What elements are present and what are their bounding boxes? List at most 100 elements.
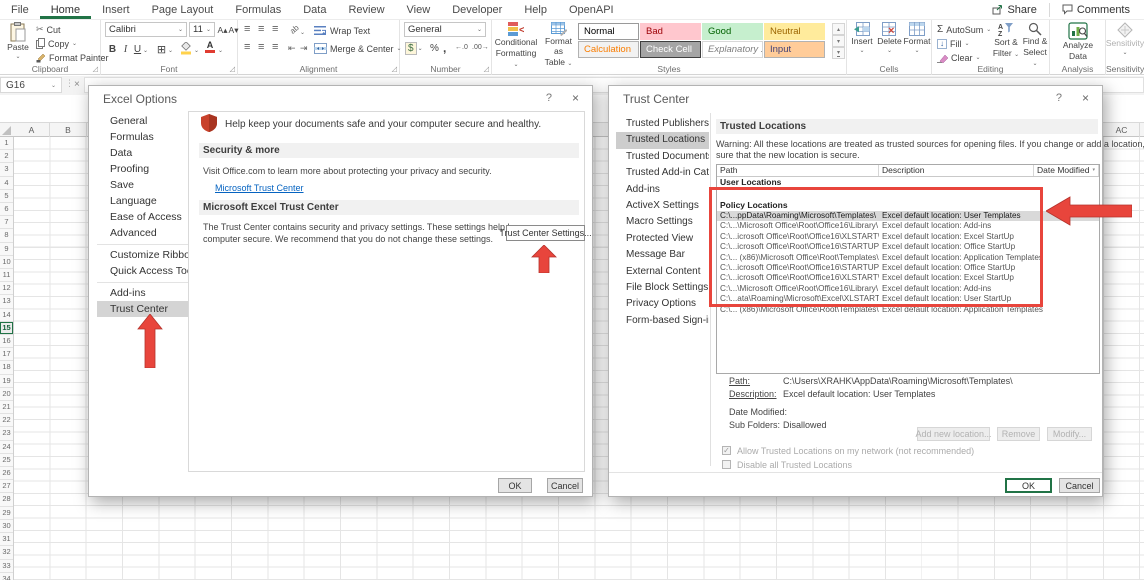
row-header[interactable]: 6 (0, 203, 13, 216)
row-header[interactable]: 29 (0, 507, 13, 520)
trust-center-ok-button[interactable]: OK (1005, 478, 1052, 493)
trust-sidebar-item[interactable]: Privacy Options (616, 296, 709, 312)
row-header[interactable]: 20 (0, 388, 13, 401)
options-ok-button[interactable]: OK (498, 478, 532, 493)
number-format-combo[interactable]: General ⌄ (404, 22, 486, 37)
dialog-launcher-icon[interactable]: ◿ (230, 66, 235, 73)
chevron-down-icon[interactable]: ⌄ (218, 47, 223, 54)
align-bottom-icon[interactable]: ≡ (272, 24, 278, 35)
row-header[interactable]: 10 (0, 256, 13, 269)
copy-button[interactable]: Copy ⌄ (36, 37, 77, 50)
align-left-icon[interactable]: ≡ (244, 42, 250, 53)
gallery-down-button[interactable]: ▾ (832, 35, 845, 47)
trust-center-cancel-button[interactable]: Cancel (1059, 478, 1100, 493)
dialog-launcher-icon[interactable]: ◿ (392, 66, 397, 73)
column-header-path[interactable]: Path (717, 165, 879, 176)
column-header-date-modified[interactable]: Date Modified ▾ (1034, 165, 1099, 176)
trust-sidebar-item[interactable]: File Block Settings (616, 280, 709, 296)
row-header[interactable]: 28 (0, 493, 13, 506)
decrease-decimal-button[interactable]: .00→ (472, 44, 489, 51)
paste-button[interactable]: Paste ⌄ (3, 20, 33, 61)
row-header[interactable]: 25 (0, 454, 13, 467)
wrap-text-button[interactable]: Wrap Text (314, 24, 370, 37)
align-top-icon[interactable]: ≡ (244, 24, 250, 35)
borders-button[interactable]: ⊞ (155, 42, 168, 56)
ribbon-tab[interactable]: Page Layout (141, 0, 225, 19)
row-header[interactable]: 3 (0, 163, 13, 176)
row-header[interactable]: 14 (0, 309, 13, 322)
options-sidebar-item[interactable]: Proofing (97, 161, 188, 177)
sort-filter-button[interactable]: AZ Sort & Filter ⌄ (992, 20, 1020, 59)
column-header-ac[interactable]: AC (1104, 123, 1140, 137)
row-header[interactable]: 18 (0, 361, 13, 374)
row-header[interactable]: 24 (0, 441, 13, 454)
chevron-down-icon[interactable]: ⌄ (168, 47, 173, 54)
row-header[interactable]: 8 (0, 229, 13, 242)
trust-center-settings-button[interactable]: Trust Center Settings... (506, 225, 585, 241)
row-header[interactable]: 2 (0, 150, 13, 163)
bold-button[interactable]: B (106, 42, 119, 56)
select-all-corner[interactable] (2, 126, 11, 135)
autosum-button[interactable]: Σ AutoSum ⌄ (937, 23, 991, 36)
comments-button[interactable]: Comments (1054, 0, 1138, 20)
comma-style-button[interactable]: , (443, 41, 446, 55)
fill-button[interactable]: ↓ Fill ⌄ (937, 37, 970, 50)
style-gallery-cell[interactable]: Input (764, 41, 825, 58)
increase-decimal-button[interactable]: ←.0 (455, 44, 468, 51)
format-as-table-button[interactable]: Format as Table ⌄ (540, 20, 577, 67)
style-gallery-cell[interactable]: Good (702, 23, 763, 40)
help-icon[interactable]: ? (1056, 92, 1062, 104)
ribbon-tab[interactable]: Review (337, 0, 395, 19)
style-gallery-cell[interactable]: Check Cell (640, 41, 701, 58)
dialog-launcher-icon[interactable]: ◿ (484, 66, 489, 73)
trust-sidebar-item[interactable]: Form-based Sign-in (616, 313, 709, 329)
gallery-up-button[interactable]: ▴ (832, 23, 845, 35)
increase-indent-icon[interactable]: ⇥ (300, 43, 308, 54)
fill-color-button[interactable] (180, 42, 192, 60)
style-gallery-cell[interactable]: Bad (640, 23, 701, 40)
percent-style-button[interactable]: % (430, 43, 439, 54)
format-painter-button[interactable]: Format Painter (36, 51, 109, 64)
options-cancel-button[interactable]: Cancel (547, 478, 583, 493)
options-sidebar-item[interactable]: Advanced (97, 225, 188, 245)
row-header[interactable]: 22 (0, 414, 13, 427)
trust-sidebar-item[interactable]: Macro Settings (616, 214, 709, 230)
conditional-formatting-button[interactable]: < Conditional Formatting ⌄ (493, 20, 539, 68)
cancel-entry-icon[interactable]: × (74, 79, 80, 90)
trust-sidebar-item[interactable]: Trusted Add-in Catalogs (616, 165, 709, 181)
row-header[interactable]: 30 (0, 520, 13, 533)
trust-sidebar-item[interactable]: Add-ins (616, 182, 709, 198)
dialog-launcher-icon[interactable]: ◿ (93, 66, 98, 73)
column-header-b[interactable]: B (50, 123, 87, 137)
options-sidebar-item[interactable]: Save (97, 177, 188, 193)
close-icon[interactable]: × (1082, 91, 1089, 105)
trust-sidebar-item[interactable]: Protected View (616, 231, 709, 247)
options-sidebar-item[interactable]: Customize Ribbon (97, 247, 188, 263)
ribbon-tab[interactable]: Home (40, 0, 91, 19)
options-sidebar-item[interactable]: Formulas (97, 129, 188, 145)
format-cells-button[interactable]: Format ⌄ (904, 20, 930, 55)
align-center-icon[interactable]: ≡ (258, 42, 264, 53)
row-header[interactable]: 23 (0, 427, 13, 440)
row-header[interactable]: 4 (0, 177, 13, 190)
ribbon-tab[interactable]: Developer (441, 0, 513, 19)
style-gallery-cell[interactable]: Normal (578, 23, 639, 40)
style-gallery-cell[interactable]: Explanatory ... (702, 41, 763, 58)
options-sidebar-item[interactable]: Add-ins (97, 285, 188, 301)
options-sidebar-item[interactable]: General (97, 113, 188, 129)
align-right-icon[interactable]: ≡ (272, 42, 278, 53)
ribbon-tab[interactable]: Formulas (224, 0, 292, 19)
options-sidebar-item[interactable]: Language (97, 193, 188, 209)
style-gallery-cell[interactable]: Neutral (764, 23, 825, 40)
row-header[interactable]: 33 (0, 560, 13, 573)
name-box[interactable]: G16 ⌄ (0, 77, 62, 93)
trust-sidebar-item[interactable]: Trusted Locations (616, 132, 709, 148)
column-header-description[interactable]: Description (879, 165, 1034, 176)
chevron-down-icon[interactable]: ⌄ (143, 47, 148, 54)
trust-sidebar-item[interactable]: External Content (616, 264, 709, 280)
ribbon-tab[interactable]: File (0, 0, 40, 19)
decrease-indent-icon[interactable]: ⇤ (288, 43, 296, 54)
row-header[interactable]: 11 (0, 269, 13, 282)
row-header[interactable]: 21 (0, 401, 13, 414)
microsoft-trust-center-link[interactable]: Microsoft Trust Center (215, 183, 304, 193)
